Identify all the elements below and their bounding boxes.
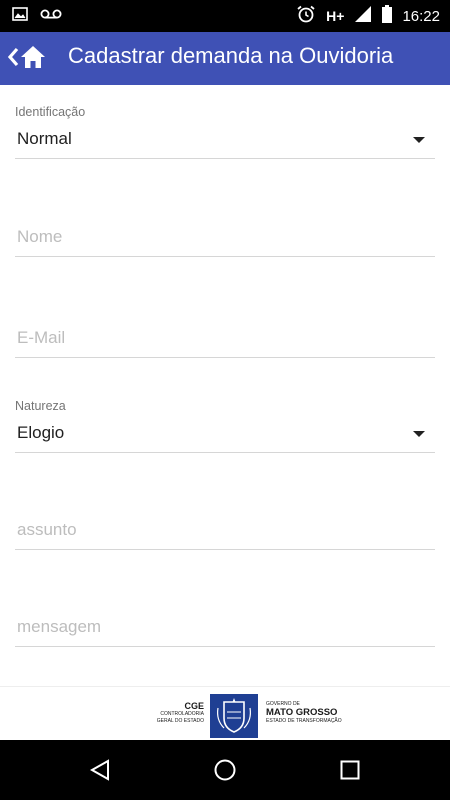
nome-input[interactable] <box>15 217 435 257</box>
image-icon <box>12 6 28 27</box>
mensagem-input[interactable] <box>15 607 435 647</box>
system-nav-bar <box>0 740 450 800</box>
assunto-input[interactable] <box>15 510 435 550</box>
natureza-select[interactable]: Elogio <box>15 413 435 453</box>
email-field <box>15 318 435 358</box>
mensagem-field <box>15 607 435 647</box>
clock: 16:22 <box>402 7 440 25</box>
app-bar: Cadastrar demanda na Ouvidoria <box>0 32 450 85</box>
network-type: H+ <box>326 8 345 24</box>
cge-line2: GERAL DO ESTADO <box>156 718 204 724</box>
home-icon[interactable] <box>213 758 237 782</box>
nome-field <box>15 217 435 257</box>
identificacao-label: Identificação <box>15 105 86 119</box>
home-icon <box>20 45 46 74</box>
natureza-field: Natureza Elogio <box>15 399 435 453</box>
natureza-value: Elogio <box>17 423 65 442</box>
email-input[interactable] <box>15 318 435 358</box>
assunto-field <box>15 510 435 550</box>
chevron-left-icon <box>6 46 20 73</box>
identificacao-select[interactable]: Normal <box>15 119 435 159</box>
back-icon[interactable] <box>88 758 112 782</box>
coat-of-arms-icon <box>210 694 258 738</box>
page-title: Cadastrar demanda na Ouvidoria <box>68 43 394 68</box>
natureza-label: Natureza <box>15 399 66 413</box>
identificacao-value: Normal <box>17 129 72 148</box>
cge-line1: CONTROLADORIA <box>160 711 204 717</box>
dropdown-arrow-icon <box>413 431 425 437</box>
signal-icon <box>354 5 372 28</box>
up-home-button[interactable] <box>6 40 48 78</box>
dropdown-arrow-icon <box>413 137 425 143</box>
alarm-icon <box>296 4 316 29</box>
battery-icon <box>382 4 393 28</box>
governo-line2: ESTADO DE TRANSFORMAÇÃO <box>266 718 342 724</box>
mato-grosso-logo: GOVERNO DE MATO GROSSO ESTADO DE TRANSFO… <box>266 701 342 724</box>
governo-title: MATO GROSSO <box>266 707 338 718</box>
identificacao-field: Identificação Normal <box>15 105 435 159</box>
voicemail-icon <box>40 7 62 26</box>
cge-title: CGE <box>184 701 204 711</box>
status-bar: H+ 16:22 <box>0 0 450 32</box>
cge-logo: CGE CONTROLADORIA GERAL DO ESTADO <box>157 701 204 725</box>
recents-icon[interactable] <box>338 758 362 782</box>
footer-logos: CGE CONTROLADORIA GERAL DO ESTADO GOVERN… <box>0 686 450 740</box>
